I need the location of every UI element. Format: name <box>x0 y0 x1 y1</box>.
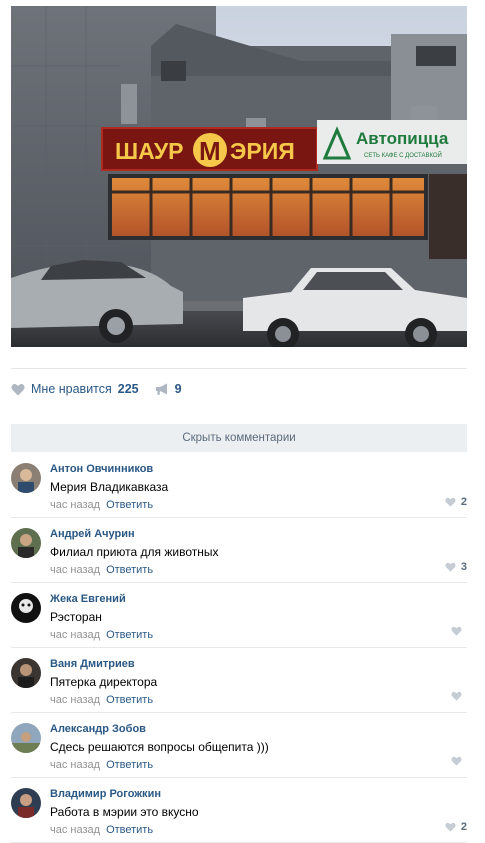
comment-author[interactable]: Жека Евгений <box>50 593 467 606</box>
comment-author[interactable]: Антон Овчинников <box>50 463 467 476</box>
comments-list: Антон Овчинников Мерия Владикавказа час … <box>11 453 467 843</box>
avatar[interactable] <box>11 788 41 818</box>
reply-button[interactable]: Ответить <box>106 694 153 706</box>
comment-author[interactable]: Владимир Рогожкин <box>50 788 467 801</box>
hide-comments-button[interactable]: Скрыть комментарии <box>11 424 467 452</box>
heart-icon <box>445 497 456 507</box>
comment-like-count: 3 <box>460 561 467 573</box>
comment-like-button[interactable] <box>451 691 467 701</box>
sign2-subtitle: СЕТЬ КАФЕ С ДОСТАВКОЙ <box>364 151 442 159</box>
heart-icon <box>451 626 462 636</box>
post-actions: Мне нравится 225 9 <box>11 380 182 398</box>
avatar[interactable] <box>11 463 41 493</box>
heart-icon <box>11 383 25 395</box>
comment-like-count: 2 <box>460 821 467 833</box>
heart-icon <box>445 562 456 572</box>
heart-icon <box>451 691 462 701</box>
reply-button[interactable]: Ответить <box>106 499 153 511</box>
share-count: 9 <box>174 382 182 396</box>
sign-text-rest: ЭРИЯ <box>230 138 295 164</box>
comment-text: Сдесь решаются вопросы общепита ))) <box>50 740 269 754</box>
sign-logo-letter: М <box>199 136 221 166</box>
comment-author[interactable]: Александр Зобов <box>50 723 467 736</box>
comment-author[interactable]: Ваня Дмитриев <box>50 658 467 671</box>
comment-item: Ваня Дмитриев Пятерка директора час наза… <box>11 648 467 713</box>
comment-time[interactable]: час назад <box>50 564 100 576</box>
reply-button[interactable]: Ответить <box>106 824 153 836</box>
comment-item: Александр Зобов Сдесь решаются вопросы о… <box>11 713 467 778</box>
avatar[interactable] <box>11 723 41 753</box>
heart-icon <box>451 756 462 766</box>
comment-item: Жека Евгений Рэсторан час назад Ответить <box>11 583 467 648</box>
like-button[interactable]: Мне нравится 225 <box>11 382 139 396</box>
comment-time[interactable]: час назад <box>50 824 100 836</box>
comment-like-button[interactable]: 3 <box>445 561 467 573</box>
comment-text: Мерия Владикавказа <box>50 480 169 494</box>
comment-time[interactable]: час назад <box>50 694 100 706</box>
comment-like-button[interactable] <box>451 756 467 766</box>
reply-button[interactable]: Ответить <box>106 759 153 771</box>
storefront-image: ШАУР М ЭРИЯ Автопицца СЕТЬ КАФЕ С ДОСТАВ… <box>11 6 467 347</box>
comment-text: Рэсторан <box>50 610 102 624</box>
comment-item: Андрей Ачурин Филиал приюта для животных… <box>11 518 467 583</box>
comment-item: Антон Овчинников Мерия Владикавказа час … <box>11 453 467 518</box>
comment-time[interactable]: час назад <box>50 499 100 511</box>
comment-author[interactable]: Андрей Ачурин <box>50 528 467 541</box>
comment-text: Работа в мэрии это вкусно <box>50 805 199 819</box>
reply-button[interactable]: Ответить <box>106 629 153 641</box>
comment-item: Владимир Рогожкин Работа в мэрии это вку… <box>11 778 467 843</box>
like-count: 225 <box>117 382 139 396</box>
divider <box>11 368 467 369</box>
comment-like-button[interactable]: 2 <box>445 496 467 508</box>
share-button[interactable]: 9 <box>155 382 182 396</box>
comment-like-count: 2 <box>460 496 467 508</box>
megaphone-icon <box>155 383 167 395</box>
comment-like-button[interactable]: 2 <box>445 821 467 833</box>
avatar[interactable] <box>11 528 41 558</box>
comment-text: Пятерка директора <box>50 675 158 689</box>
comment-time[interactable]: час назад <box>50 759 100 771</box>
avatar[interactable] <box>11 658 41 688</box>
comment-like-button[interactable] <box>451 626 467 636</box>
like-label: Мне нравится <box>31 382 112 396</box>
comment-time[interactable]: час назад <box>50 629 100 641</box>
reply-button[interactable]: Ответить <box>106 564 153 576</box>
heart-icon <box>445 822 456 832</box>
post-photo[interactable]: ШАУР М ЭРИЯ Автопицца СЕТЬ КАФЕ С ДОСТАВ… <box>11 6 467 347</box>
sign2-title: Автопицца <box>356 129 449 148</box>
sign-text-main: ШАУР <box>115 138 184 164</box>
comment-text: Филиал приюта для животных <box>50 545 219 559</box>
avatar[interactable] <box>11 593 41 623</box>
